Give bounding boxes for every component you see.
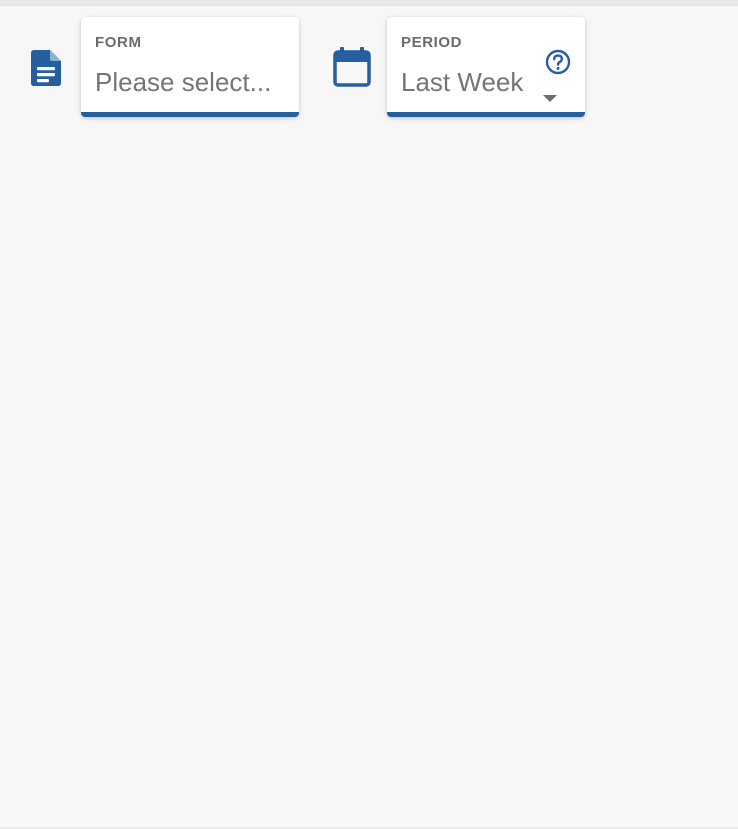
help-circle-icon[interactable] xyxy=(545,49,571,75)
content-area xyxy=(0,130,738,829)
form-select[interactable]: FORM Please select... xyxy=(81,17,299,117)
calendar-icon xyxy=(332,47,372,87)
form-select-label: FORM xyxy=(95,34,142,51)
period-select-value: Last Week xyxy=(401,67,524,97)
period-select-label: PERIOD xyxy=(401,34,463,51)
period-select[interactable]: PERIOD Last Week xyxy=(387,17,585,117)
filter-bar: FORM Please select... PERIOD Last Week xyxy=(0,0,738,130)
form-select-value: Please select... xyxy=(95,67,272,97)
dropdown-caret-icon[interactable] xyxy=(543,95,557,102)
document-icon xyxy=(28,50,64,86)
